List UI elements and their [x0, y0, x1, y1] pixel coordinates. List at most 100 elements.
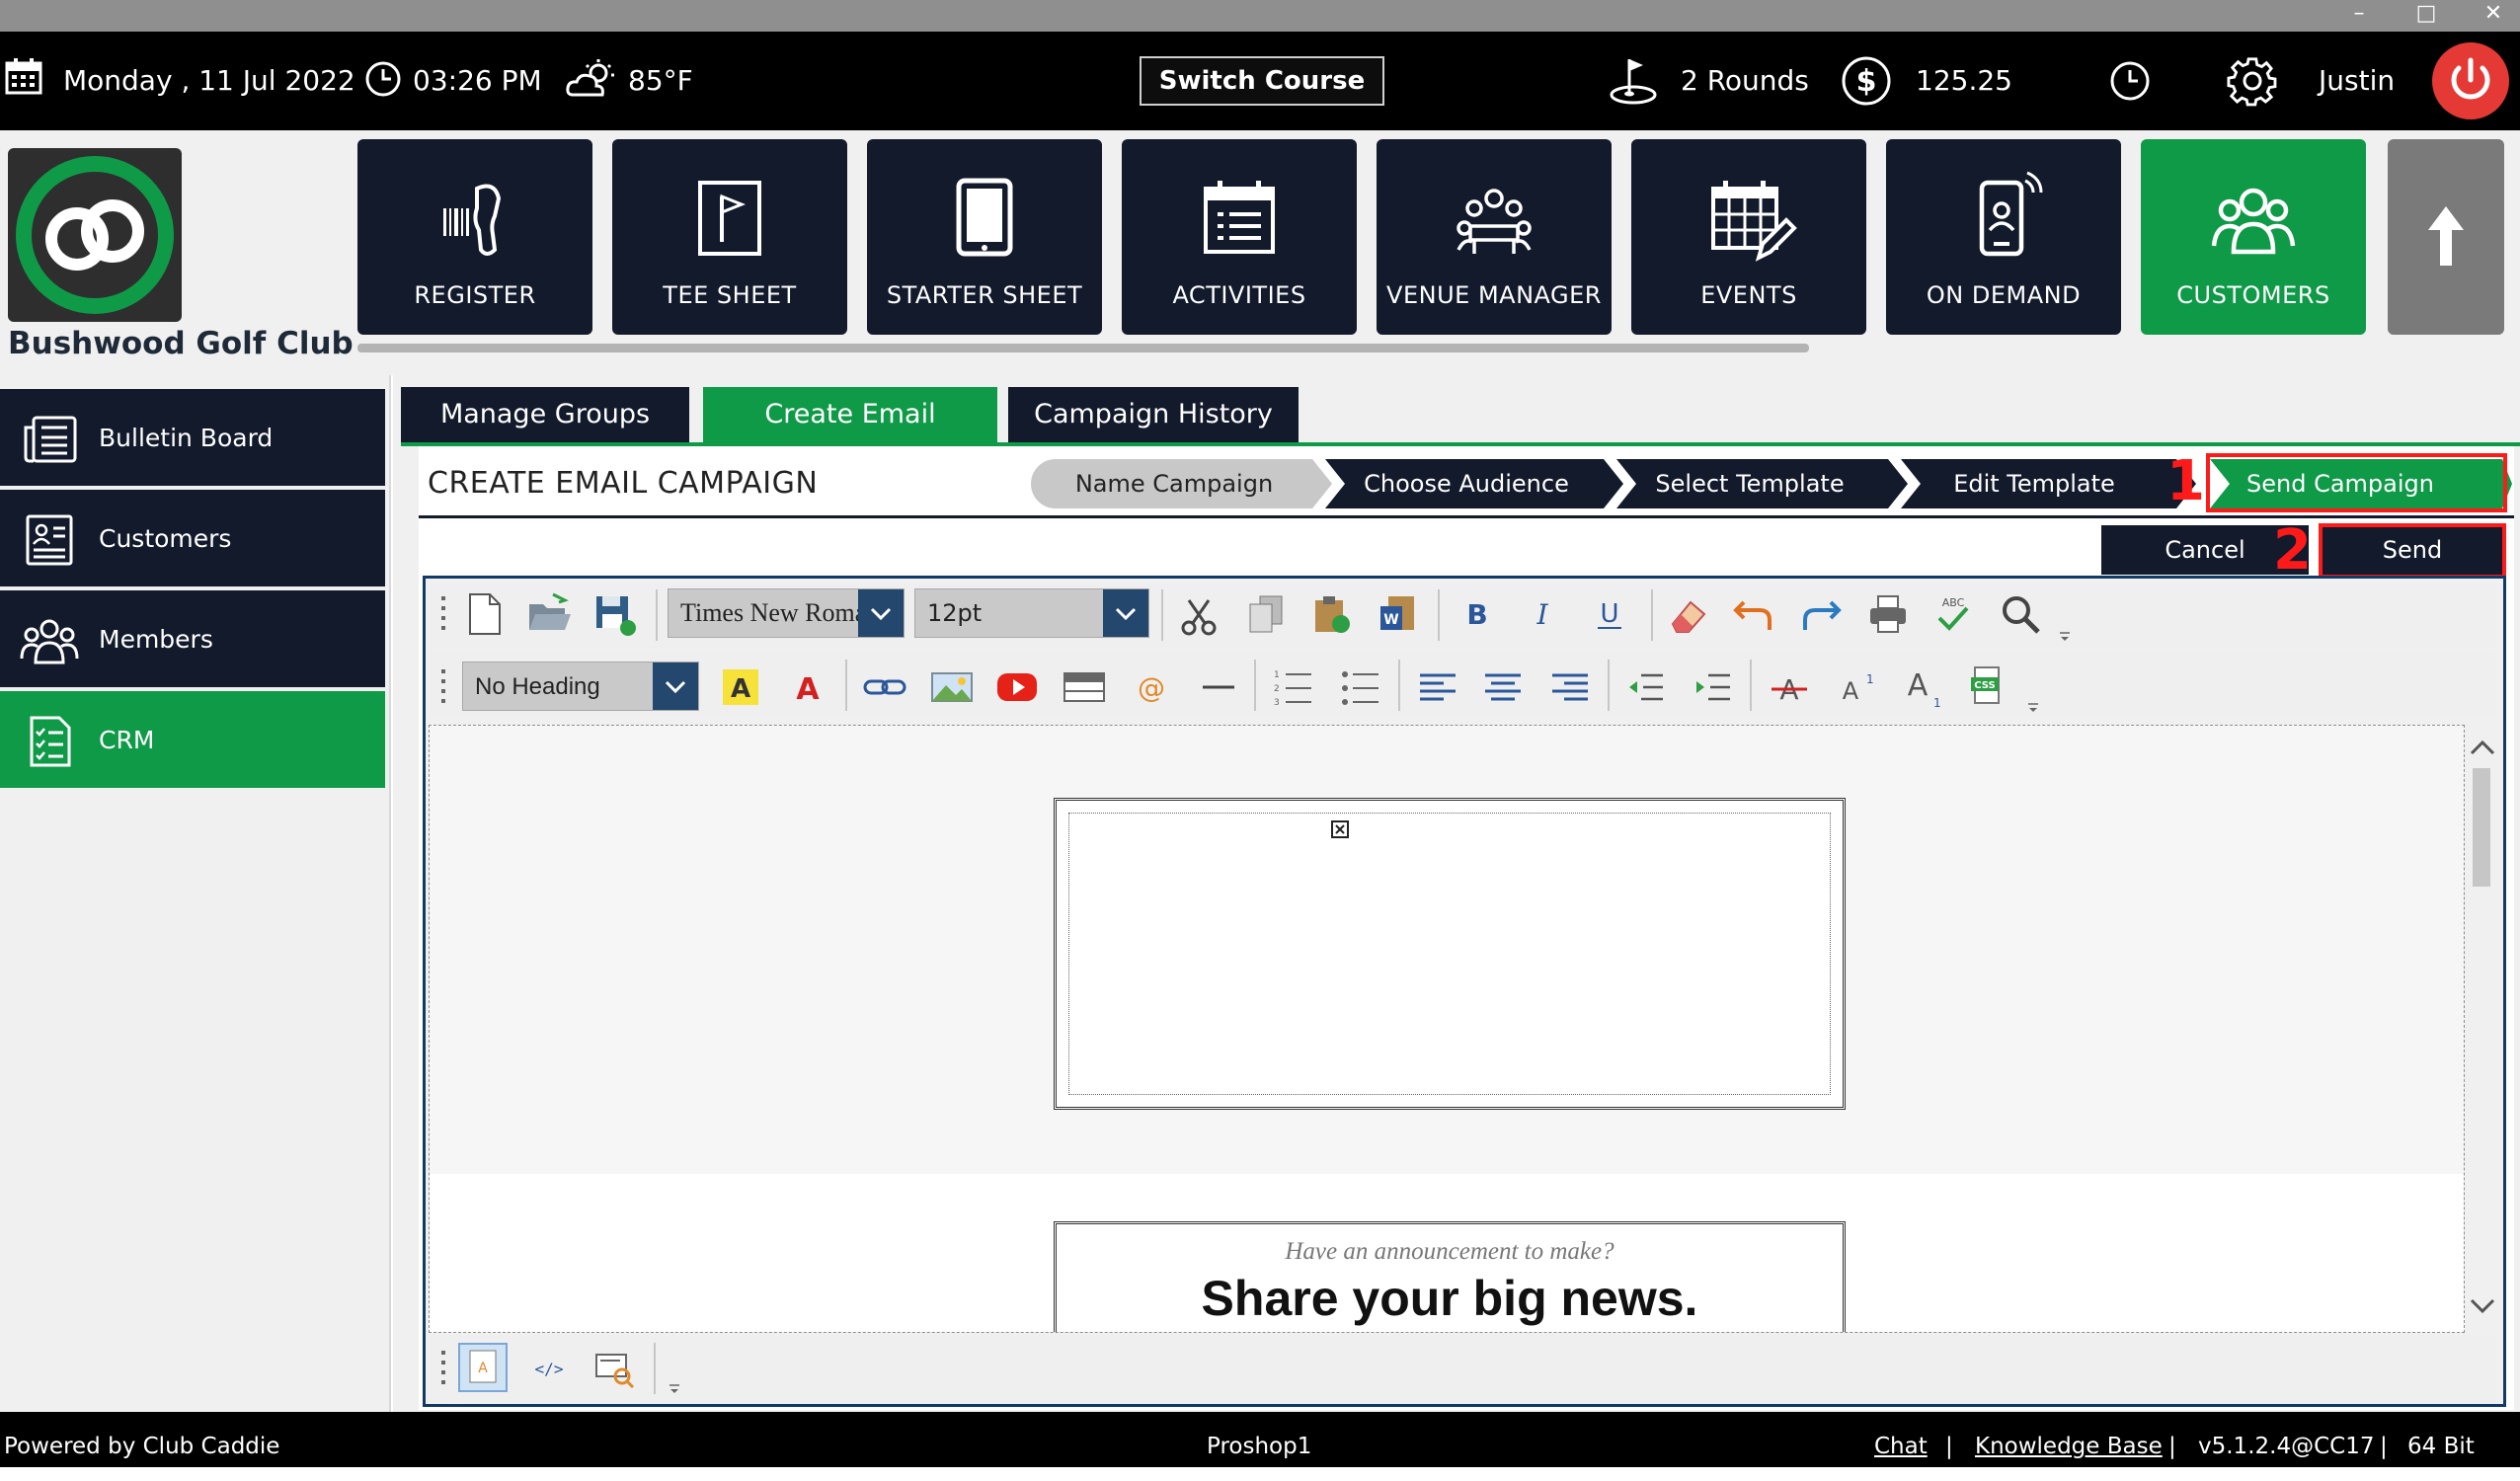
- editor-document[interactable]: Have an announcement to make? Share your…: [429, 725, 2465, 1333]
- sidebar-item-customers[interactable]: Customers: [0, 490, 385, 588]
- knowledge-base-link[interactable]: Knowledge Base: [1975, 1412, 2163, 1481]
- maximize-icon[interactable]: □: [2402, 0, 2451, 32]
- nav-activities[interactable]: ACTIVITIES: [1122, 139, 1357, 335]
- sidebar-item-crm[interactable]: CRM: [0, 691, 385, 790]
- sidebar-item-bulletin-board[interactable]: Bulletin Board: [0, 389, 385, 488]
- toolbar-grip-icon: [441, 669, 445, 703]
- css-icon[interactable]: CSS: [1965, 663, 2012, 711]
- toolbar-overflow-icon[interactable]: [2026, 701, 2040, 715]
- highlight-color-icon[interactable]: A: [717, 663, 764, 711]
- nav-customers[interactable]: CUSTOMERS: [2141, 139, 2366, 335]
- tab-campaign-history[interactable]: Campaign History: [1008, 387, 1299, 442]
- image-placeholder-frame[interactable]: [1054, 798, 1846, 1110]
- toolbar-separator: [845, 660, 847, 711]
- font-size-select[interactable]: 12pt: [914, 588, 1149, 638]
- scanner-icon: [443, 184, 502, 256]
- scroll-down-arrow-icon[interactable]: [2469, 1297, 2496, 1315]
- font-color-icon[interactable]: A: [784, 663, 831, 711]
- step-name-campaign[interactable]: Name Campaign: [1051, 459, 1298, 508]
- font-size-value: 12pt: [927, 599, 983, 627]
- undo-icon[interactable]: [1730, 590, 1777, 638]
- clock-icon: [365, 61, 401, 97]
- italic-icon[interactable]: I: [1519, 590, 1566, 638]
- sidebar-item-members[interactable]: Members: [0, 590, 385, 689]
- chevron-down-icon[interactable]: [1103, 589, 1148, 637]
- announcement-block[interactable]: Have an announcement to make? Share your…: [1054, 1221, 1846, 1332]
- cut-icon[interactable]: [1175, 592, 1222, 640]
- bullet-list-icon[interactable]: [1337, 663, 1384, 711]
- align-center-icon[interactable]: [1479, 663, 1527, 711]
- step-select-template[interactable]: Select Template: [1631, 459, 1868, 508]
- chevron-down-icon[interactable]: [858, 589, 904, 637]
- html-view-icon[interactable]: </>: [525, 1345, 573, 1392]
- email-at-icon[interactable]: @: [1128, 663, 1175, 711]
- close-icon[interactable]: ✕: [2469, 0, 2518, 32]
- horizontal-rule-icon[interactable]: [1195, 663, 1242, 711]
- underline-icon[interactable]: U: [1586, 590, 1633, 638]
- save-icon[interactable]: [591, 590, 638, 638]
- link-icon[interactable]: [861, 663, 908, 711]
- redo-icon[interactable]: [1797, 590, 1845, 638]
- nav-venue-manager[interactable]: VENUE MANAGER: [1377, 139, 1612, 335]
- print-icon[interactable]: [1864, 590, 1912, 638]
- align-left-icon[interactable]: [1414, 663, 1461, 711]
- copy-icon[interactable]: [1242, 590, 1290, 638]
- paste-icon[interactable]: [1307, 590, 1355, 638]
- step-edit-template[interactable]: Edit Template: [1916, 459, 2153, 508]
- contact-card-icon: [26, 514, 73, 566]
- eraser-icon[interactable]: [1665, 590, 1712, 638]
- svg-text:A: A: [731, 674, 750, 704]
- spellcheck-icon[interactable]: ABC: [1929, 590, 1977, 638]
- user-name[interactable]: Justin: [2319, 32, 2395, 130]
- outdent-icon[interactable]: [1621, 663, 1669, 711]
- nav-events[interactable]: EVENTS: [1631, 139, 1866, 335]
- image-icon[interactable]: [928, 663, 976, 711]
- power-button[interactable]: [2432, 42, 2509, 119]
- svg-text:W: W: [1383, 612, 1398, 628]
- nav-on-demand[interactable]: ON DEMAND: [1886, 139, 2121, 335]
- tab-create-email-campaign[interactable]: Create Email Campaign: [703, 387, 997, 485]
- search-icon[interactable]: [1997, 590, 2044, 638]
- toolbar-overflow-icon[interactable]: [668, 1382, 681, 1396]
- nav-register[interactable]: REGISTER: [357, 139, 592, 335]
- bold-icon[interactable]: B: [1454, 590, 1501, 638]
- strikethrough-icon[interactable]: A: [1766, 663, 1813, 711]
- design-view-button[interactable]: A: [458, 1343, 508, 1392]
- logo-icon: [16, 156, 174, 314]
- align-right-icon[interactable]: [1546, 663, 1594, 711]
- tab-manage-groups[interactable]: Manage Groups: [401, 387, 689, 442]
- open-folder-icon[interactable]: [525, 590, 573, 638]
- font-family-select[interactable]: Times New Roman: [668, 588, 905, 638]
- preview-icon[interactable]: [591, 1345, 638, 1392]
- scrollbar-thumb[interactable]: [2473, 768, 2490, 887]
- indent-icon[interactable]: [1689, 663, 1736, 711]
- nav-scroll-up[interactable]: [2388, 139, 2504, 335]
- club-name: Bushwood Golf Club: [8, 326, 354, 361]
- youtube-icon[interactable]: [993, 663, 1041, 711]
- paste-word-icon[interactable]: W: [1375, 590, 1422, 638]
- history-clock-icon[interactable]: [2108, 59, 2152, 103]
- superscript-icon[interactable]: A1: [1831, 663, 1878, 711]
- arrow-up-icon: [2428, 206, 2464, 266]
- toolbar-overflow-icon[interactable]: [2058, 630, 2072, 644]
- heading-select[interactable]: No Heading: [462, 662, 699, 711]
- settings-gear-icon[interactable]: [2227, 55, 2278, 107]
- switch-course-button[interactable]: Switch Course: [1140, 56, 1384, 106]
- scroll-up-arrow-icon[interactable]: [2469, 739, 2496, 756]
- new-document-icon[interactable]: [460, 590, 508, 638]
- insert-table-icon[interactable]: [1061, 663, 1108, 711]
- step-choose-audience[interactable]: Choose Audience: [1343, 459, 1590, 508]
- chat-link[interactable]: Chat: [1874, 1412, 1928, 1481]
- minimize-icon[interactable]: –: [2334, 0, 2384, 32]
- nav-horizontal-scrollbar[interactable]: [357, 344, 1809, 352]
- chevron-down-icon[interactable]: [653, 663, 698, 710]
- editor-vertical-scrollbar[interactable]: [2465, 725, 2500, 1333]
- nav-starter-sheet[interactable]: STARTER SHEET: [867, 139, 1102, 335]
- current-date: Monday , 11 Jul 2022: [63, 64, 355, 97]
- subscript-icon[interactable]: A1: [1898, 663, 1945, 711]
- broken-image-icon: [1331, 820, 1349, 838]
- numbered-list-icon[interactable]: 1 2 3: [1270, 663, 1317, 711]
- svg-text:A: A: [1908, 668, 1929, 703]
- toolbar-grip-icon: [441, 596, 445, 630]
- nav-tee-sheet[interactable]: TEE SHEET: [612, 139, 847, 335]
